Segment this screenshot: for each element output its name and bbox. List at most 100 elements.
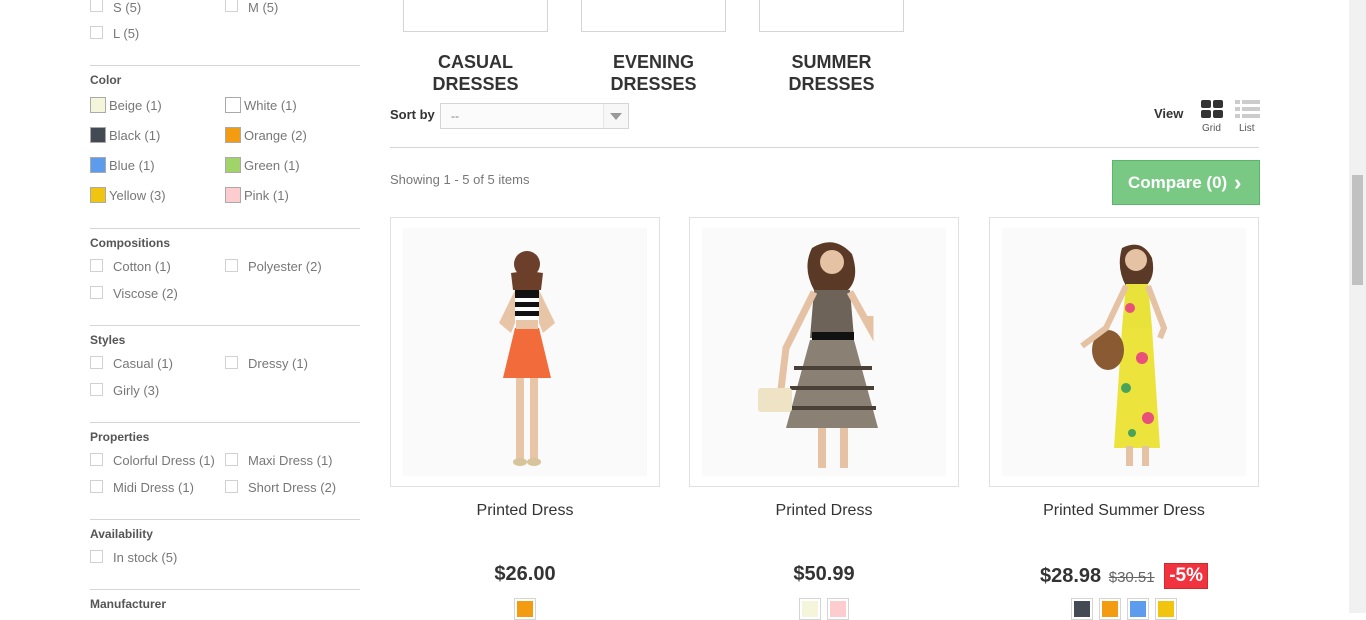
color-swatch[interactable] (90, 97, 106, 113)
filter-label: Pink (1) (244, 188, 289, 203)
product-color-swatches (689, 598, 959, 620)
showing-count: Showing 1 - 5 of 5 items (390, 172, 530, 187)
sort-by-select[interactable]: -- (440, 103, 629, 129)
filter-label: Dressy (1) (248, 356, 308, 371)
product-image[interactable] (989, 217, 1259, 487)
subcategory-link-summer[interactable]: SUMMER DRESSES (759, 51, 904, 95)
sort-by-value: -- (451, 109, 459, 123)
checkbox[interactable] (90, 0, 103, 12)
dress-figure-icon (758, 242, 878, 468)
divider (90, 228, 360, 229)
product-price-row: $26.00 (390, 563, 660, 586)
dress-figure-icon (1080, 244, 1168, 466)
checkbox[interactable] (225, 0, 238, 12)
checkbox[interactable] (225, 453, 238, 466)
subcategory-name-line: EVENING (612, 52, 695, 72)
product-old-price: $30.51 (1108, 569, 1155, 586)
color-swatch[interactable] (225, 187, 241, 203)
color-swatch-orange[interactable] (514, 598, 536, 620)
checkbox[interactable] (90, 26, 103, 39)
subcategory-link-casual[interactable]: CASUAL DRESSES (403, 51, 548, 95)
page-scrollbar[interactable] (1349, 0, 1366, 613)
subcategory-image-evening[interactable] (581, 0, 726, 32)
filter-title-availability: Availability (90, 527, 153, 541)
list-view-icon[interactable] (1235, 100, 1260, 120)
chevron-down-icon[interactable] (603, 104, 628, 128)
color-swatch-beige[interactable] (799, 598, 821, 620)
scrollbar-thumb[interactable] (1352, 175, 1363, 285)
product-price: $50.99 (793, 563, 855, 585)
subcategory-name-line: DRESSES (432, 74, 519, 94)
checkbox[interactable] (225, 259, 238, 272)
filter-label: In stock (5) (113, 550, 178, 565)
color-swatch[interactable] (225, 157, 241, 173)
checkbox[interactable] (90, 550, 103, 563)
product-color-swatches (989, 598, 1259, 620)
product-photo-area (1002, 228, 1246, 476)
color-swatch-orange[interactable] (1099, 598, 1121, 620)
product-name[interactable]: Printed Dress (390, 502, 660, 520)
filter-label: S (5) (113, 0, 142, 15)
product-image[interactable] (689, 217, 959, 487)
filter-label: Girly (3) (113, 383, 160, 398)
filter-sidebar: S (5) M (5) L (5) Color Beige (1) White … (90, 0, 360, 613)
filter-title-color: Color (90, 73, 122, 87)
filter-label: M (5) (248, 0, 279, 15)
sort-by-label: Sort by (390, 107, 435, 122)
compare-button[interactable]: Compare (0) › (1112, 160, 1260, 205)
filter-label: Short Dress (2) (248, 480, 337, 495)
filter-label: Midi Dress (1) (113, 480, 194, 495)
filter-label: White (1) (244, 98, 297, 113)
filter-label: Green (1) (244, 158, 300, 173)
compare-button-label: Compare (0) (1128, 173, 1228, 192)
color-swatch-pink[interactable] (827, 598, 849, 620)
product-photo-area (403, 228, 647, 476)
color-swatch-black[interactable] (1071, 598, 1093, 620)
divider (90, 325, 360, 326)
subcategory-image-casual[interactable] (403, 0, 548, 32)
color-swatch[interactable] (90, 127, 106, 143)
subcategory-image-summer[interactable] (759, 0, 904, 32)
filter-label: L (5) (113, 26, 140, 41)
divider (390, 147, 1259, 148)
subcategory-link-evening[interactable]: EVENING DRESSES (581, 51, 726, 95)
view-label: View (1154, 106, 1184, 121)
product-color-swatches (390, 598, 660, 620)
filter-label: Colorful Dress (1) (113, 453, 215, 468)
color-swatch-yellow[interactable] (1155, 598, 1177, 620)
checkbox[interactable] (90, 286, 103, 299)
checkbox[interactable] (225, 356, 238, 369)
subcategory-name-line: CASUAL (438, 52, 513, 72)
divider (90, 65, 360, 66)
checkbox[interactable] (90, 383, 103, 396)
filter-label: Beige (1) (109, 98, 162, 113)
grid-view-icon[interactable] (1201, 100, 1225, 120)
filter-label: Casual (1) (113, 356, 173, 371)
product-price-row: $50.99 (689, 563, 959, 586)
checkbox[interactable] (90, 259, 103, 272)
checkbox[interactable] (90, 453, 103, 466)
checkbox[interactable] (90, 480, 103, 493)
discount-badge: -5% (1164, 563, 1208, 589)
filter-label: Maxi Dress (1) (248, 453, 333, 468)
product-name[interactable]: Printed Dress (689, 502, 959, 520)
checkbox[interactable] (225, 480, 238, 493)
divider (90, 519, 360, 520)
list-view-label[interactable]: List (1239, 123, 1255, 134)
filter-label: Polyester (2) (248, 259, 322, 274)
filter-label: Blue (1) (109, 158, 155, 173)
product-name[interactable]: Printed Summer Dress (989, 502, 1259, 520)
subcategory-name-line: SUMMER (791, 52, 872, 72)
color-swatch[interactable] (225, 127, 241, 143)
color-swatch[interactable] (90, 157, 106, 173)
product-price: $28.98 (1040, 565, 1102, 587)
dress-figure-icon (499, 251, 555, 466)
filter-label: Yellow (3) (109, 188, 166, 203)
grid-view-label[interactable]: Grid (1202, 123, 1221, 134)
checkbox[interactable] (90, 356, 103, 369)
filter-label: Orange (2) (244, 128, 307, 143)
color-swatch-blue[interactable] (1127, 598, 1149, 620)
color-swatch[interactable] (90, 187, 106, 203)
product-image[interactable] (390, 217, 660, 487)
color-swatch[interactable] (225, 97, 241, 113)
